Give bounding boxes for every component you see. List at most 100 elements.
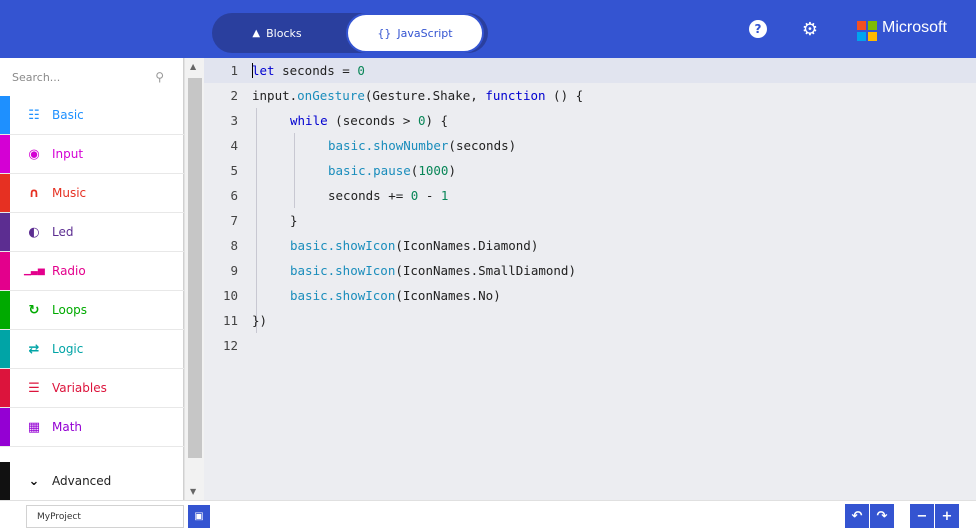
toolbox-scrollbar[interactable]: ▲ ▼ [184, 58, 204, 500]
category-loops[interactable]: ↻ Loops [0, 291, 184, 330]
line-number: 7 [230, 213, 238, 228]
category-color-bar [0, 462, 10, 500]
number: 1 [440, 188, 449, 203]
function-name: basic.pause [328, 163, 411, 178]
function-name: basic.showIcon [290, 263, 396, 278]
scroll-down-icon[interactable]: ▼ [190, 487, 196, 496]
category-label: Music [52, 186, 87, 200]
category-color-bar [0, 369, 10, 407]
category-label: Logic [52, 342, 84, 356]
category-color-bar [0, 174, 10, 212]
line-number: 5 [230, 163, 238, 178]
code-text: }) [252, 313, 268, 328]
search-input[interactable]: Search... ⚲ [0, 58, 184, 96]
code-text: (IconNames.Diamond) [395, 238, 539, 253]
calculator-icon: ▦ [27, 419, 41, 435]
toolbox: Search... ⚲ ☷ Basic ◉ Input ∩ Music ◐ Led ▁▃▅ Rad… [0, 58, 184, 501]
code-text: input. [252, 88, 298, 103]
redo-button[interactable]: ↷ [870, 504, 894, 528]
category-variables[interactable]: ☰ Variables [0, 369, 184, 408]
project-name-input[interactable]: MyProject [26, 505, 184, 528]
code-line[interactable]: 11 }) [204, 308, 976, 333]
tab-blocks-label: Blocks [266, 26, 302, 40]
list-icon: ☰ [28, 380, 40, 396]
category-label: Variables [52, 381, 107, 395]
top-bar: ▲ Blocks {} JavaScript ? ⚙ Microsoft [0, 0, 976, 58]
category-color-bar [0, 408, 10, 446]
code-line[interactable]: 4 basic.showNumber(seconds) [204, 133, 976, 158]
code-line[interactable]: 6 seconds += 0 - 1 [204, 183, 976, 208]
category-basic[interactable]: ☷ Basic [0, 96, 184, 135]
category-color-bar [0, 135, 10, 173]
line-number: 4 [230, 138, 238, 153]
code-line[interactable]: 7 } [204, 208, 976, 233]
text-cursor [252, 63, 253, 78]
code-line[interactable]: 8 basic.showIcon(IconNames.Diamond) [204, 233, 976, 258]
category-color-bar [0, 330, 10, 368]
search-placeholder: Search... [12, 70, 61, 84]
grid-icon: ☷ [28, 107, 40, 123]
zoom-out-button[interactable]: − [910, 504, 934, 528]
function-name: basic.showIcon [290, 288, 396, 303]
code-line[interactable]: 9 basic.showIcon(IconNames.SmallDiamond) [204, 258, 976, 283]
undo-icon: ↶ [851, 508, 863, 524]
category-radio[interactable]: ▁▃▅ Radio [0, 252, 184, 291]
category-color-bar [0, 291, 10, 329]
code-text: seconds = [274, 63, 358, 78]
line-number: 8 [230, 238, 238, 253]
zoom-in-icon: + [941, 508, 953, 524]
help-button[interactable]: ? [748, 19, 768, 39]
bottom-bar: MyProject ▣ ↶ ↷ − + [0, 500, 976, 531]
code-text: () { [545, 88, 584, 103]
line-number: 12 [222, 338, 238, 353]
code-line[interactable]: 1 let seconds = 0 [204, 58, 976, 83]
scroll-up-icon[interactable]: ▲ [190, 62, 196, 71]
category-input[interactable]: ◉ Input [0, 135, 184, 174]
code-editor[interactable]: 1 let seconds = 0 2 input.onGesture(Gest… [204, 58, 976, 500]
settings-button[interactable]: ⚙ [800, 18, 820, 40]
loop-icon: ↻ [28, 302, 40, 318]
gear-icon: ⚙ [801, 18, 819, 40]
brand-label[interactable]: Microsoft [882, 19, 947, 37]
scrollbar-thumb[interactable] [188, 78, 202, 458]
category-math[interactable]: ▦ Math [0, 408, 184, 447]
category-color-bar [0, 96, 10, 134]
save-button[interactable]: ▣ [188, 505, 210, 528]
search-icon[interactable]: ⚲ [155, 70, 164, 84]
category-led[interactable]: ◐ Led [0, 213, 184, 252]
blocks-icon: ▲ [252, 27, 261, 39]
code-line[interactable]: 5 basic.pause(1000) [204, 158, 976, 183]
line-number: 3 [230, 113, 238, 128]
category-music[interactable]: ∩ Music [0, 174, 184, 213]
code-text: ) [448, 163, 456, 178]
category-color-bar [0, 252, 10, 290]
number: 1000 [418, 163, 449, 178]
keyword: function [485, 88, 546, 103]
code-text: (seconds) [448, 138, 517, 153]
category-label: Led [52, 225, 74, 239]
category-label: Radio [52, 264, 86, 278]
function-name: onGesture [297, 88, 365, 103]
braces-icon: {} [377, 26, 392, 40]
category-label: Input [52, 147, 84, 161]
tab-javascript[interactable]: {} JavaScript [346, 13, 484, 53]
code-text: ) { [425, 113, 449, 128]
code-line[interactable]: 12 [204, 333, 976, 358]
code-text: seconds += [328, 188, 411, 203]
category-logic[interactable]: ⇄ Logic [0, 330, 184, 369]
line-number: 6 [230, 188, 238, 203]
code-text: } [290, 213, 298, 228]
code-line[interactable]: 2 input.onGesture(Gesture.Shake, functio… [204, 83, 976, 108]
toggle-icon: ◐ [28, 224, 40, 240]
redo-icon: ↷ [876, 508, 888, 524]
tab-blocks[interactable]: ▲ Blocks [212, 13, 342, 53]
zoom-in-button[interactable]: + [935, 504, 959, 528]
category-label: Math [52, 420, 83, 434]
category-advanced[interactable]: ⌄ Advanced [0, 462, 184, 501]
code-text: - [418, 188, 441, 203]
code-line[interactable]: 10 basic.showIcon(IconNames.No) [204, 283, 976, 308]
microsoft-logo-icon[interactable] [857, 21, 877, 41]
code-line[interactable]: 3 while (seconds > 0) { [204, 108, 976, 133]
undo-button[interactable]: ↶ [845, 504, 869, 528]
line-number: 10 [222, 288, 238, 303]
